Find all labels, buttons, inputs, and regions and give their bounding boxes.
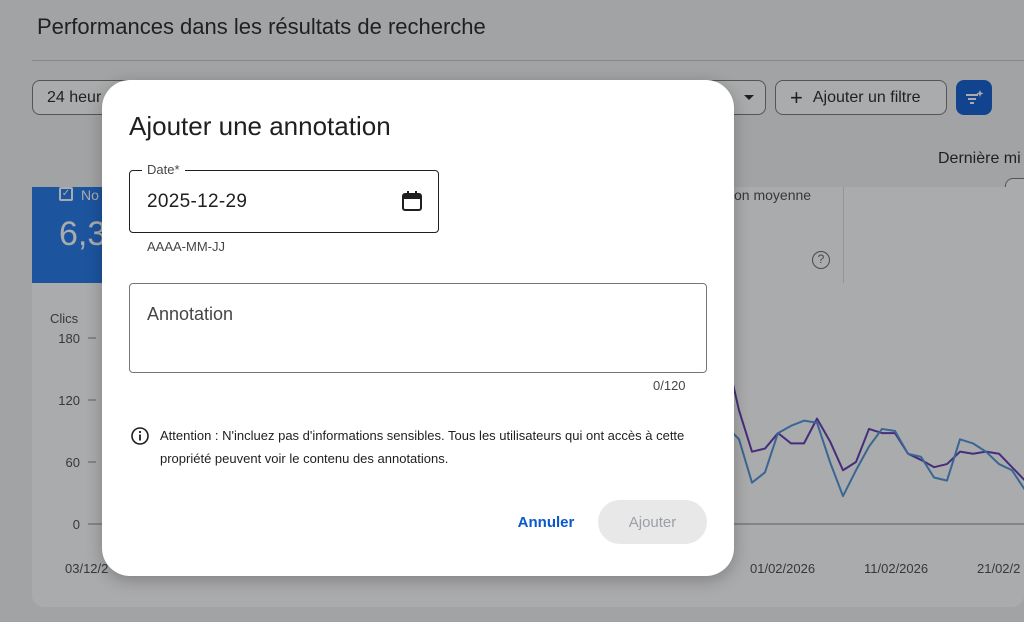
add-annotation-dialog: Ajouter une annotation Date* 2025-12-29 … — [102, 80, 734, 576]
date-input-value[interactable]: 2025-12-29 — [147, 191, 247, 213]
date-format-hint: AAAA-MM-JJ — [147, 239, 225, 254]
add-button[interactable]: Ajouter — [598, 500, 707, 544]
date-field-label: Date* — [142, 162, 185, 177]
annotation-textarea[interactable]: Annotation — [129, 283, 707, 373]
calendar-icon[interactable] — [400, 189, 424, 213]
date-field[interactable]: Date* 2025-12-29 — [129, 162, 439, 233]
cancel-button[interactable]: Annuler — [507, 500, 585, 544]
sensitive-info-warning: Attention : N'incluez pas d'informations… — [160, 428, 685, 466]
character-counter: 0/120 — [653, 378, 686, 393]
dialog-title: Ajouter une annotation — [129, 111, 391, 141]
annotation-placeholder: Annotation — [147, 304, 234, 324]
info-icon — [131, 427, 149, 445]
